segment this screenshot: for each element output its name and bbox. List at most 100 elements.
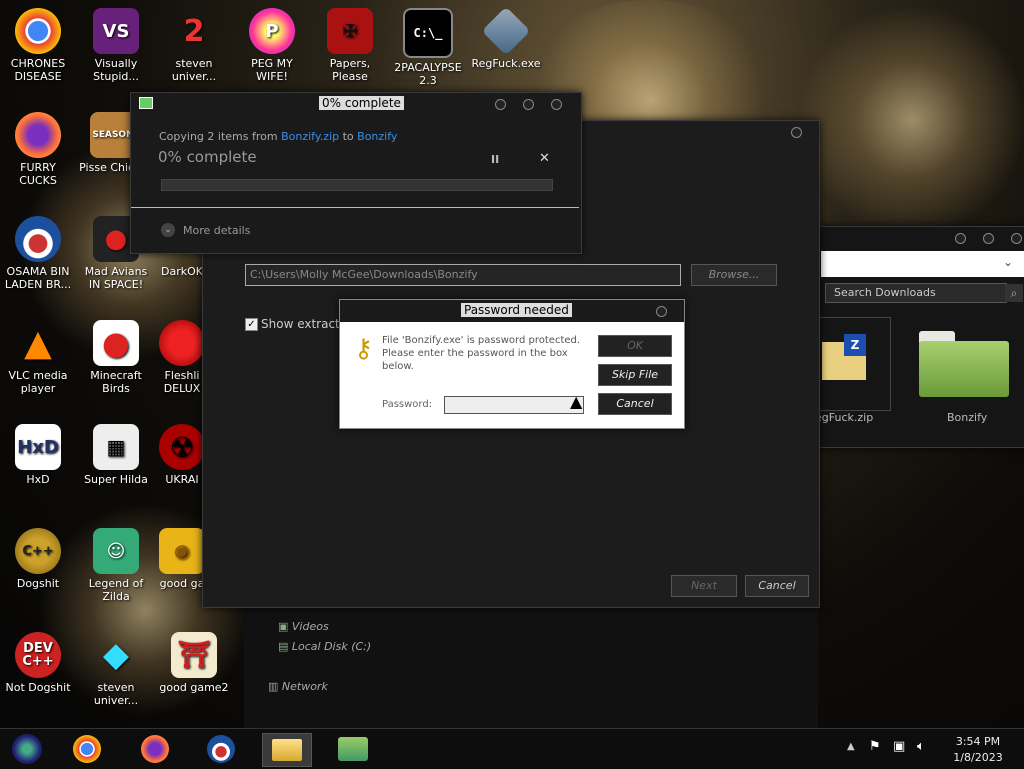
copy-dest-link[interactable]: Bonzify xyxy=(357,130,397,143)
maximize-button[interactable] xyxy=(983,233,994,244)
maximize-button[interactable] xyxy=(523,99,534,110)
nav-item-network[interactable]: ▥ Network xyxy=(268,680,328,693)
divider xyxy=(131,207,579,208)
next-label: Next xyxy=(691,579,717,592)
zip-badge-icon: Z xyxy=(844,334,866,356)
regedit-icon xyxy=(481,6,531,56)
zelda-icon: ☺ xyxy=(93,528,139,574)
taskbar-file-explorer[interactable] xyxy=(262,733,312,767)
desktop-icon-2pacalypse[interactable]: C:\_ 2PACALYPSE 2.3 xyxy=(390,8,466,87)
browse-button[interactable]: Browse... xyxy=(691,264,777,286)
taskbar-network-app[interactable] xyxy=(328,733,378,765)
file-label-bonzify: Bonzify xyxy=(947,411,988,424)
icon-label: UKRAI xyxy=(165,473,199,486)
desktop-icon-good-game2[interactable]: ⛩ good game2 xyxy=(156,632,232,694)
nav-item-videos[interactable]: ▣ Videos xyxy=(278,620,329,633)
progress-title: 0% complete xyxy=(319,96,404,110)
desktop-icon-minecraft-birds[interactable]: ● Minecraft Birds xyxy=(78,320,154,395)
progress-bar xyxy=(161,179,553,191)
gem-icon: ◆ xyxy=(102,634,130,675)
password-cancel-button[interactable]: Cancel xyxy=(598,393,672,415)
torii-icon: ⛩ xyxy=(171,632,217,678)
ok-button[interactable]: OK xyxy=(598,335,672,357)
copy-prefix: Copying 2 items from xyxy=(159,130,278,143)
password-input[interactable] xyxy=(444,396,584,414)
desktop-icon-not-dogshit[interactable]: DEV C++ Not Dogshit xyxy=(0,632,76,694)
search-icon[interactable]: ⌕ xyxy=(1005,284,1023,302)
desktop-icon-steven-gem[interactable]: ◆ steven univer... xyxy=(78,632,154,708)
file-label-regfuck-zip: egFuck.zip xyxy=(815,411,874,424)
password-label: Password: xyxy=(382,399,433,410)
angry-birds-icon: ● xyxy=(93,320,139,366)
close-button[interactable] xyxy=(551,99,562,110)
search-input[interactable]: Search Downloads xyxy=(825,283,1007,303)
chrome-icon xyxy=(73,735,101,763)
desktop-icon-dogshit[interactable]: C++ Dogshit xyxy=(0,528,76,590)
taskbar-obama[interactable] xyxy=(196,733,246,765)
close-button[interactable] xyxy=(791,127,802,138)
folder-item-bonzify[interactable] xyxy=(919,331,1009,399)
progress-dialog[interactable]: 0% complete Copying 2 items from Bonzify… xyxy=(130,92,582,254)
copy-to: to xyxy=(342,130,354,143)
show-hidden-icons-icon[interactable]: ▲ xyxy=(847,741,855,752)
ok-label: OK xyxy=(627,339,643,352)
minimize-button[interactable] xyxy=(495,99,506,110)
desktop-icon-vlc[interactable]: ▲ VLC media player xyxy=(0,320,76,395)
desktop-icon-osama[interactable]: OSAMA BIN LADEN BR... xyxy=(0,216,76,291)
chevron-down-icon[interactable]: ⌄ xyxy=(1003,255,1013,269)
address-bar[interactable]: ⌄ xyxy=(821,251,1024,277)
clock-time: 3:54 PM xyxy=(955,735,1001,748)
taskbar-chrome[interactable] xyxy=(62,733,112,765)
pause-icon[interactable]: II xyxy=(491,153,499,166)
cancel-label: Cancel xyxy=(616,397,654,410)
desktop-icon-chrones[interactable]: CHRONES DISEASE xyxy=(0,8,76,83)
icon-label: steven univer... xyxy=(171,57,217,83)
password-title: Password needed xyxy=(461,303,572,317)
close-button[interactable] xyxy=(1011,233,1022,244)
volume-icon[interactable]: 🔈︎ xyxy=(917,739,925,754)
desktop-icon-visually-stupid[interactable]: VS Visually Stupid... xyxy=(78,8,154,83)
destination-path-input[interactable]: C:\Users\Molly McGee\Downloads\Bonzify xyxy=(245,264,681,286)
skip-file-button[interactable]: Skip File xyxy=(598,364,672,386)
taskbar-firefox[interactable] xyxy=(130,733,180,765)
copy-description: Copying 2 items from Bonzify.zip to Bonz… xyxy=(159,130,397,143)
icon-label: DarkOK xyxy=(161,265,203,278)
good-game-icon: ◉ xyxy=(159,528,205,574)
icon-label: Mad Avians IN SPACE! xyxy=(84,265,148,291)
minimize-button[interactable] xyxy=(955,233,966,244)
message-line: File 'Bonzify.exe' is password protected… xyxy=(382,335,581,346)
desktop-icon-regfuck[interactable]: RegFuck.exe xyxy=(468,6,544,70)
flag-icon[interactable]: ⚑ xyxy=(869,739,881,754)
next-button[interactable]: Next xyxy=(671,575,737,597)
password-dialog[interactable]: Password needed ⚷ File 'Bonzify.exe' is … xyxy=(339,299,685,429)
network-icon: ▥ xyxy=(268,680,282,693)
folder-icon xyxy=(919,341,1009,397)
desktop-icon-peg-my-wife[interactable]: P PEG MY WIFE! xyxy=(234,8,310,83)
desktop-icon-zilda[interactable]: ☺ Legend of Zilda xyxy=(78,528,154,603)
icon-label: RegFuck.exe xyxy=(471,57,541,70)
show-extracted-checkbox[interactable]: ✓ xyxy=(245,318,258,331)
close-button[interactable] xyxy=(656,306,667,317)
nav-label: Network xyxy=(281,680,328,693)
icon-label: PEG MY WIFE! xyxy=(251,57,293,83)
obama-icon xyxy=(207,735,235,763)
nav-item-local-disk[interactable]: ▤ Local Disk (C:) xyxy=(278,640,371,653)
file-item-regfuck-zip[interactable]: Z xyxy=(819,317,891,411)
desktop-icon-furry[interactable]: FURRY CUCKS xyxy=(0,112,76,187)
clock[interactable]: 3:54 PM 1/8/2023 xyxy=(944,734,1012,766)
icon-label: Papers, Please xyxy=(329,57,371,83)
desktop-icon-super-hilda[interactable]: ▦ Super Hilda xyxy=(78,424,154,486)
copy-source-link[interactable]: Bonzify.zip xyxy=(281,130,339,143)
desktop-icon-steven-universe[interactable]: 2 steven univer... xyxy=(156,8,232,83)
explorer-window[interactable]: ⌄ Search Downloads ⌕ Z egFuck.zip Bonzif… xyxy=(815,226,1024,448)
video-folder-icon: ▣ xyxy=(278,620,292,633)
chevron-down-icon[interactable]: ⌄ xyxy=(161,223,175,237)
network-status-icon[interactable]: ▣ xyxy=(893,739,905,754)
start-button[interactable] xyxy=(2,733,52,765)
cancel-copy-icon[interactable]: ✕ xyxy=(539,151,550,166)
desktop-icon-hxd[interactable]: HxD HxD xyxy=(0,424,76,486)
extract-cancel-button[interactable]: Cancel xyxy=(745,575,809,597)
more-details-toggle[interactable]: More details xyxy=(183,224,250,237)
desktop-icon-papers-please[interactable]: ✠ Papers, Please xyxy=(312,8,388,83)
file-explorer-icon xyxy=(272,739,302,761)
